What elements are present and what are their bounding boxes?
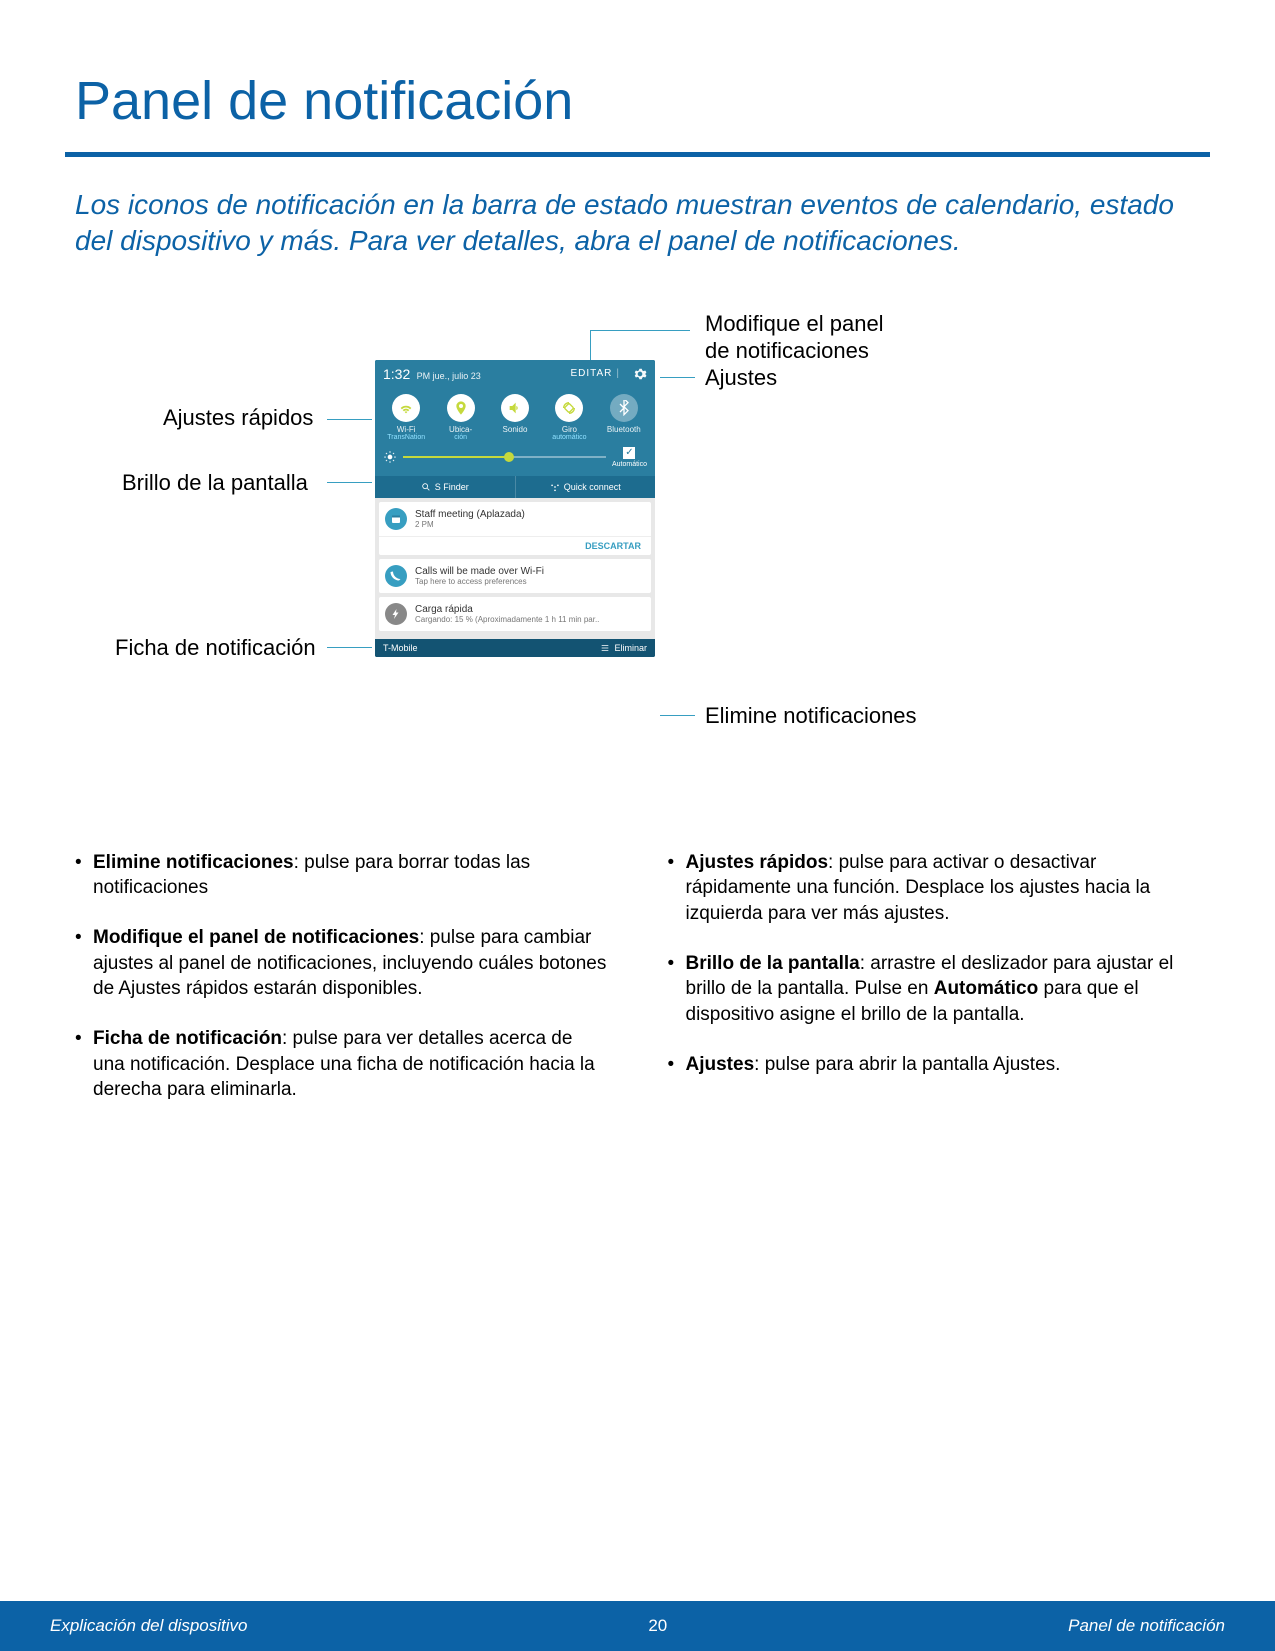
- title-divider: [65, 152, 1210, 157]
- diagram: Ajustes rápidos Brillo de la pantalla Fi…: [65, 310, 1210, 810]
- bullet-item: Modifique el panel de notificaciones: pu…: [75, 925, 608, 1002]
- qs-label: Wi-Fi: [379, 426, 433, 434]
- gear-icon[interactable]: [633, 367, 647, 381]
- callout-line: [660, 377, 695, 378]
- footer-left: Explicación del dispositivo: [50, 1616, 248, 1636]
- notif-sub: Cargando: 15 % (Aproximadamente 1 h 11 m…: [415, 615, 645, 624]
- brightness-slider[interactable]: [403, 456, 606, 458]
- page-number: 20: [648, 1616, 667, 1636]
- brightness-row: ✓ Automático: [375, 443, 655, 476]
- bolt-icon: [385, 603, 407, 625]
- clear-icon: [600, 643, 610, 653]
- bluetooth-icon: [616, 400, 632, 416]
- date: jue., julio 23: [433, 371, 481, 381]
- auto-brightness[interactable]: ✓ Automático: [612, 447, 647, 468]
- clock: 1:32 PM jue., julio 23: [383, 366, 481, 382]
- label-line-1: Modifique el panel: [705, 311, 884, 336]
- notif-sub: 2 PM: [415, 520, 645, 529]
- callout-line: [660, 715, 695, 716]
- bullet-item: Ajustes: pulse para abrir la pantalla Aj…: [668, 1052, 1201, 1078]
- notification-card[interactable]: Staff meeting (Aplazada) 2 PM DESCARTAR: [379, 502, 651, 555]
- qs-bluetooth[interactable]: Bluetooth: [597, 394, 651, 441]
- bullet-item: Ajustes rápidos: pulse para activar o de…: [668, 850, 1201, 927]
- status-bar: 1:32 PM jue., julio 23 EDITAR |: [375, 360, 655, 388]
- notif-sub: Tap here to access preferences: [415, 577, 645, 586]
- panel-footer: T-Mobile Eliminar: [375, 639, 655, 657]
- wifi-call-icon: [385, 565, 407, 587]
- label-edit-panel: Modifique el panel de notificaciones: [705, 310, 884, 365]
- page-title: Panel de notificación: [65, 70, 1210, 132]
- qs-rotate[interactable]: Giro automático: [542, 394, 596, 441]
- qs-location[interactable]: Ubica- ción: [433, 394, 487, 441]
- qs-label: Ubica-: [433, 426, 487, 434]
- label-clear: Elimine notificaciones: [705, 703, 917, 729]
- notification-card[interactable]: Calls will be made over Wi-Fi Tap here t…: [379, 559, 651, 593]
- bullet-item: Elimine notificaciones: pulse para borra…: [75, 850, 608, 901]
- qs-sub: ción: [433, 434, 487, 441]
- footer-right: Panel de notificación: [1068, 1616, 1225, 1636]
- discard-button[interactable]: DESCARTAR: [379, 536, 651, 555]
- callout-line: [327, 482, 372, 483]
- qs-sub: TransNation: [379, 434, 433, 441]
- rotate-icon: [561, 400, 577, 416]
- right-column: Ajustes rápidos: pulse para activar o de…: [668, 850, 1201, 1127]
- quick-connect-button[interactable]: Quick connect: [515, 476, 656, 498]
- calendar-icon: [385, 508, 407, 530]
- label-line-2: de notificaciones: [705, 338, 869, 363]
- notification-card[interactable]: Carga rápida Cargando: 15 % (Aproximadam…: [379, 597, 651, 631]
- sfinder-label: S Finder: [435, 482, 469, 492]
- qs-label: Giro: [542, 426, 596, 434]
- wifi-icon: [398, 400, 414, 416]
- search-quick-row: S Finder Quick connect: [375, 476, 655, 498]
- body-columns: Elimine notificaciones: pulse para borra…: [65, 810, 1210, 1127]
- sound-icon: [507, 400, 523, 416]
- brightness-icon: [383, 450, 397, 464]
- notif-title: Carga rápida: [415, 604, 645, 615]
- qs-sub: automático: [542, 434, 596, 441]
- phone-screenshot: 1:32 PM jue., julio 23 EDITAR | Wi-Fi Tr…: [375, 360, 655, 657]
- bullet-item: Ficha de notificación: pulse para ver de…: [75, 1026, 608, 1103]
- bullet-item: Brillo de la pantalla: arrastre el desli…: [668, 951, 1201, 1028]
- connect-icon: [550, 482, 560, 492]
- qs-label: Bluetooth: [597, 426, 651, 434]
- location-icon: [453, 400, 469, 416]
- label-brightness: Brillo de la pantalla: [122, 470, 308, 496]
- qs-sound[interactable]: Sonido: [488, 394, 542, 441]
- label-notif-tile: Ficha de notificación: [115, 635, 316, 661]
- sfinder-button[interactable]: S Finder: [375, 476, 515, 498]
- intro-text: Los iconos de notificación en la barra d…: [65, 187, 1210, 260]
- quick-label: Quick connect: [564, 482, 621, 492]
- qs-wifi[interactable]: Wi-Fi TransNation: [379, 394, 433, 441]
- auto-label: Automático: [612, 461, 647, 468]
- time-value: 1:32: [383, 366, 410, 382]
- slider-thumb[interactable]: [504, 452, 514, 462]
- carrier-label: T-Mobile: [383, 643, 418, 653]
- left-column: Elimine notificaciones: pulse para borra…: [75, 850, 608, 1127]
- callout-line: [327, 419, 372, 420]
- callout-line: [590, 330, 690, 331]
- qs-label: Sonido: [488, 426, 542, 434]
- label-settings: Ajustes: [705, 365, 777, 391]
- notification-list: Staff meeting (Aplazada) 2 PM DESCARTAR …: [375, 498, 655, 639]
- quick-settings-row: Wi-Fi TransNation Ubica- ción Sonido Gir…: [375, 388, 655, 443]
- search-icon: [421, 482, 431, 492]
- checkbox-icon: ✓: [623, 447, 635, 459]
- clear-label: Eliminar: [614, 643, 647, 653]
- clear-button[interactable]: Eliminar: [600, 643, 647, 653]
- page-footer: Explicación del dispositivo 20 Panel de …: [0, 1601, 1275, 1651]
- edit-button[interactable]: EDITAR: [570, 368, 612, 379]
- label-quick-settings: Ajustes rápidos: [163, 405, 313, 431]
- notif-title: Staff meeting (Aplazada): [415, 509, 645, 520]
- ampm: PM: [417, 371, 431, 381]
- callout-line: [327, 647, 372, 648]
- notif-title: Calls will be made over Wi-Fi: [415, 566, 645, 577]
